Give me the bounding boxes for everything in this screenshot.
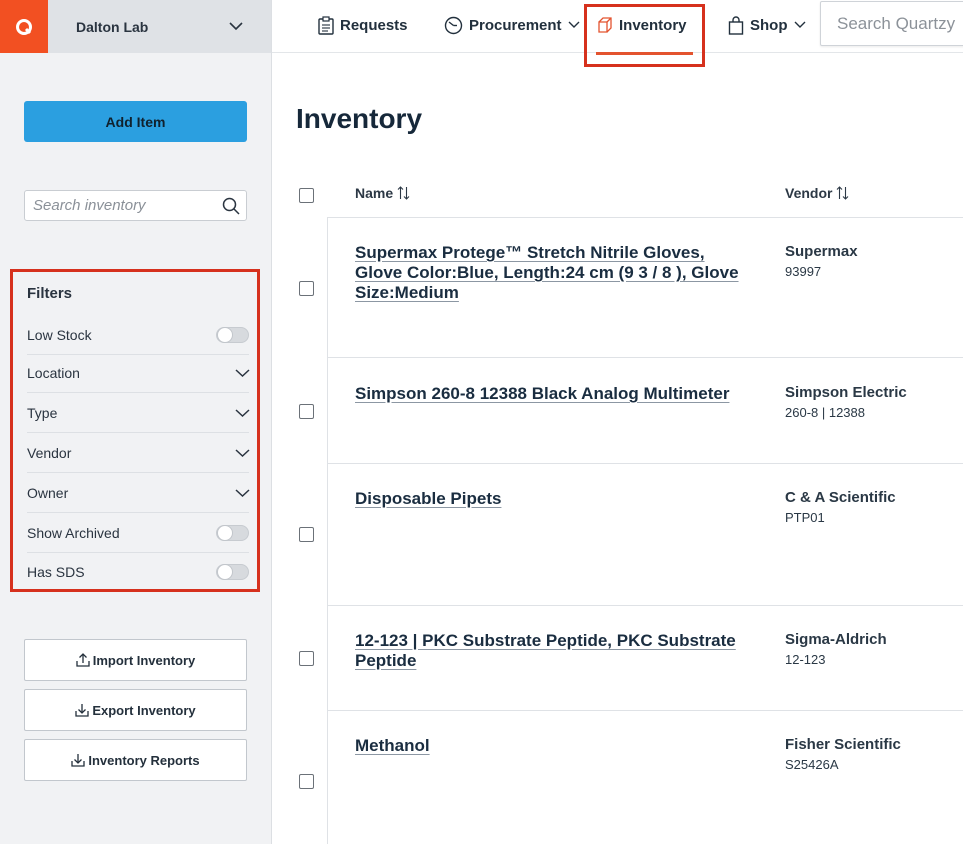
column-header-name[interactable]: Name [355, 185, 410, 201]
item-name-link[interactable]: Supermax Protege™ Stretch Nitrile Gloves… [355, 243, 755, 303]
download-icon [71, 754, 86, 767]
filter-type[interactable]: Type [27, 393, 250, 433]
table-left-border [327, 217, 328, 844]
filter-label: Vendor [27, 445, 72, 461]
chevron-down-icon[interactable] [235, 488, 250, 498]
search-icon[interactable] [222, 197, 240, 215]
inventory-search-input[interactable] [25, 191, 215, 220]
import-label: Import Inventory [92, 652, 196, 668]
filter-vendor[interactable]: Vendor [27, 433, 250, 473]
filter-location[interactable]: Location [27, 353, 250, 393]
sort-icon[interactable] [836, 186, 849, 200]
nav-inventory-label: Inventory [619, 16, 687, 34]
filter-show-archived[interactable]: Show Archived [27, 513, 249, 553]
export-inventory-button[interactable]: Export Inventory [24, 689, 247, 731]
chevron-down-icon[interactable] [235, 448, 250, 458]
filter-label: Has SDS [27, 564, 85, 580]
nav-procurement[interactable]: Procurement [444, 0, 580, 50]
item-catalog-number: 12-123 [785, 652, 826, 667]
row-checkbox[interactable] [299, 651, 314, 666]
download-icon [75, 704, 89, 717]
item-catalog-number: S25426A [785, 757, 839, 772]
chevron-down-icon [229, 22, 243, 31]
clipboard-icon [318, 15, 334, 35]
gauge-icon [444, 16, 463, 34]
filter-label: Show Archived [27, 525, 120, 541]
filter-has-sds[interactable]: Has SDS [27, 552, 249, 592]
chevron-down-icon [568, 21, 580, 28]
export-label: Export Inventory [92, 702, 196, 718]
nav-requests[interactable]: Requests [318, 0, 408, 50]
item-vendor: Sigma-Aldrich [785, 631, 887, 648]
filter-low-stock[interactable]: Low Stock [27, 315, 249, 355]
filter-label: Owner [27, 485, 69, 501]
row-checkbox[interactable] [299, 774, 314, 789]
inventory-reports-button[interactable]: Inventory Reports [24, 739, 247, 781]
filter-label: Type [27, 405, 58, 421]
active-tab-indicator [596, 52, 693, 55]
chevron-down-icon[interactable] [235, 408, 250, 418]
item-name-link[interactable]: Methanol [355, 736, 755, 756]
item-vendor: Fisher Scientific [785, 736, 901, 753]
inventory-search[interactable] [24, 190, 247, 221]
chevron-down-icon [794, 21, 805, 28]
item-catalog-number: 260-8 | 12388 [785, 405, 865, 420]
item-vendor: Supermax [785, 243, 858, 260]
shopping-bag-icon [728, 15, 744, 35]
item-vendor: Simpson Electric [785, 384, 907, 401]
filters-title: Filters [27, 285, 73, 302]
org-switcher[interactable]: Dalton Lab [48, 0, 271, 53]
quartzy-logo[interactable] [0, 0, 48, 53]
global-search-input[interactable] [821, 2, 963, 45]
column-vendor-label: Vendor [785, 185, 833, 201]
item-catalog-number: 93997 [785, 264, 822, 279]
has-sds-toggle[interactable] [216, 564, 249, 580]
nav-shop-label: Shop [750, 16, 788, 34]
nav-procurement-label: Procurement [469, 16, 562, 34]
item-catalog-number: PTP01 [785, 510, 825, 525]
row-divider [327, 710, 963, 711]
chevron-down-icon[interactable] [235, 368, 250, 378]
import-inventory-button[interactable]: Import Inventory [24, 639, 247, 681]
reports-label: Inventory Reports [88, 752, 200, 768]
nav-shop[interactable]: Shop [728, 0, 806, 50]
low-stock-toggle[interactable] [216, 327, 249, 343]
filter-label: Low Stock [27, 327, 92, 343]
row-checkbox[interactable] [299, 527, 314, 542]
row-checkbox[interactable] [299, 404, 314, 419]
item-vendor: C & A Scientific [785, 489, 896, 506]
row-divider [327, 217, 963, 218]
sort-icon[interactable] [397, 186, 410, 200]
row-divider [327, 605, 963, 606]
upload-icon [76, 653, 90, 667]
filter-label: Location [27, 365, 80, 381]
org-name: Dalton Lab [76, 18, 149, 35]
global-search[interactable] [820, 1, 963, 46]
row-checkbox[interactable] [299, 281, 314, 296]
nav-inventory[interactable]: Inventory [597, 0, 687, 50]
box-icon [598, 17, 612, 33]
page-title: Inventory [296, 103, 423, 134]
row-divider [327, 357, 963, 358]
row-divider [327, 463, 963, 464]
filters-panel: Filters Low Stock Location Type Vendor O… [10, 269, 260, 592]
add-item-button[interactable]: Add Item [24, 101, 247, 142]
sidebar: Dalton Lab Add Item Filters Low Stock Lo… [0, 0, 272, 844]
show-archived-toggle[interactable] [216, 525, 249, 541]
item-name-link[interactable]: 12-123 | PKC Substrate Peptide, PKC Subs… [355, 631, 755, 671]
column-name-label: Name [355, 185, 394, 201]
select-all-checkbox[interactable] [299, 188, 314, 203]
nav-requests-label: Requests [340, 16, 408, 34]
column-header-vendor[interactable]: Vendor [785, 185, 849, 201]
filter-owner[interactable]: Owner [27, 473, 250, 513]
item-name-link[interactable]: Disposable Pipets [355, 489, 755, 509]
item-name-link[interactable]: Simpson 260-8 12388 Black Analog Multime… [355, 384, 755, 404]
